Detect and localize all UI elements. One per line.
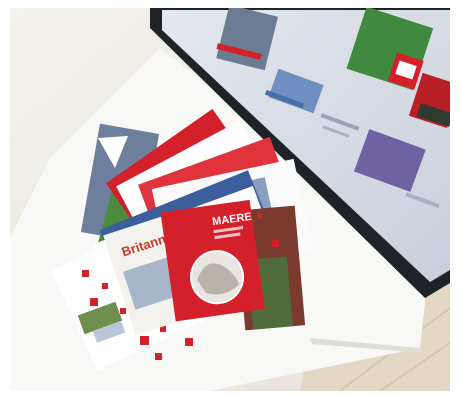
photo-scene: Britannia MAERE <box>10 8 450 391</box>
photo-frame: Britannia MAERE <box>10 8 450 391</box>
brochure-front-red: MAERE <box>160 199 265 322</box>
